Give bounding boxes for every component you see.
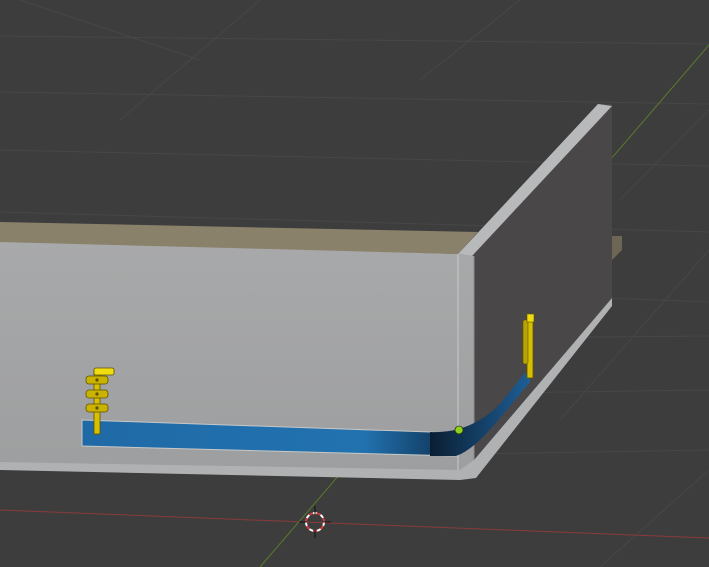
3d-viewport[interactable] bbox=[0, 0, 709, 567]
active-vertex[interactable] bbox=[454, 425, 464, 435]
viewport-canvas[interactable] bbox=[0, 0, 709, 567]
